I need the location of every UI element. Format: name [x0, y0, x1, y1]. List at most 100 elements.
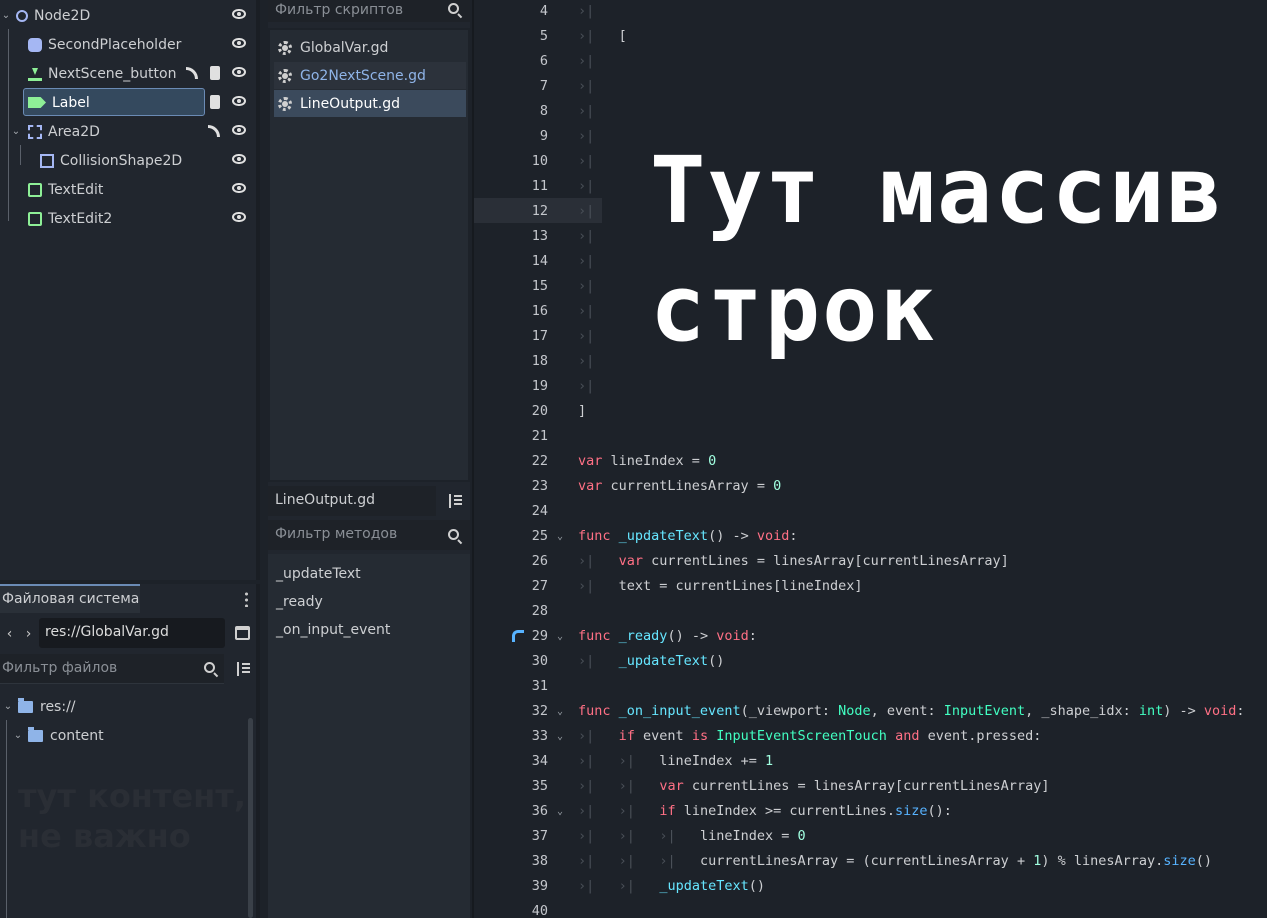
- code-line[interactable]: 27 ›| text = currentLines[lineIndex]: [474, 574, 1267, 599]
- visibility-eye-icon[interactable]: [232, 96, 246, 106]
- code-line[interactable]: 28: [474, 599, 1267, 624]
- code-line[interactable]: 31: [474, 674, 1267, 699]
- method-item-ready[interactable]: _ready: [276, 588, 323, 616]
- sort-icon[interactable]: [234, 662, 250, 676]
- script-item-lineoutput[interactable]: LineOutput.gd: [274, 90, 466, 117]
- line-number: 16: [531, 303, 548, 319]
- visibility-eye-icon[interactable]: [232, 154, 246, 164]
- code-line[interactable]: 8 ›|: [474, 99, 1267, 124]
- tree-node-textedit[interactable]: TextEdit: [0, 175, 256, 204]
- code-line[interactable]: 7 ›|: [474, 74, 1267, 99]
- code-line[interactable]: 39 ›| ›| _updateText(): [474, 874, 1267, 899]
- scrollbar[interactable]: [248, 718, 253, 918]
- fold-chevron-icon[interactable]: ⌄: [557, 699, 563, 724]
- method-item-on-input-event[interactable]: _on_input_event: [276, 616, 390, 644]
- code-line[interactable]: 22 var lineIndex = 0: [474, 449, 1267, 474]
- script-filter-input[interactable]: Фильтр скриптов: [268, 0, 470, 22]
- chevron-down-icon[interactable]: ⌄: [0, 10, 12, 21]
- sort-icon[interactable]: [446, 494, 462, 508]
- tree-node-nextscene-button[interactable]: NextScene_button: [0, 59, 256, 88]
- code-line[interactable]: 25 ⌄ func _updateText() -> void:: [474, 524, 1267, 549]
- line-number: 24: [531, 503, 548, 519]
- tree-node-secondplaceholder[interactable]: SecondPlaceholder: [0, 30, 256, 59]
- code-line[interactable]: 34 ›| ›| lineIndex += 1: [474, 749, 1267, 774]
- fold-chevron-icon[interactable]: ⌄: [557, 624, 563, 649]
- code-line[interactable]: 37 ›| ›| ›| lineIndex = 0: [474, 824, 1267, 849]
- code-line[interactable]: 38 ›| ›| ›| currentLinesArray = (currentL…: [474, 849, 1267, 874]
- split-view-icon[interactable]: [235, 626, 250, 640]
- script-icon[interactable]: [210, 95, 220, 109]
- code-line[interactable]: 35 ›| ›| var currentLines = linesArray[cu…: [474, 774, 1267, 799]
- fs-item-res[interactable]: ⌄ res://: [0, 692, 76, 721]
- code-line[interactable]: 36 ⌄ ›| ›| if lineIndex >= currentLines.si…: [474, 799, 1267, 824]
- gear-icon: [278, 96, 292, 111]
- tree-node-area2d[interactable]: ⌄ Area2D: [0, 117, 256, 146]
- line-number: 28: [531, 603, 548, 619]
- code-text: func _ready() -> void:: [578, 628, 757, 644]
- method-item-updatetext[interactable]: _updateText: [276, 560, 361, 588]
- code-line[interactable]: 40: [474, 899, 1267, 918]
- line-number: 21: [531, 428, 548, 444]
- chevron-down-icon[interactable]: ⌄: [10, 126, 22, 137]
- tab-filesystem[interactable]: Файловая система: [0, 584, 140, 613]
- visibility-eye-icon[interactable]: [232, 212, 246, 222]
- signal-icon[interactable]: [208, 125, 220, 137]
- code-line[interactable]: 4 ›|: [474, 0, 1267, 24]
- code-line[interactable]: 5 ›| [: [474, 24, 1267, 49]
- node2d-icon: [16, 9, 28, 22]
- script-icon[interactable]: [210, 66, 220, 80]
- code-line[interactable]: 30 ›| _updateText(): [474, 649, 1267, 674]
- line-number: 23: [531, 478, 548, 494]
- chevron-down-icon[interactable]: ⌄: [2, 701, 14, 712]
- code-text: ]: [578, 403, 587, 419]
- code-line[interactable]: 32 ⌄ func _on_input_event(_viewport: Node,…: [474, 699, 1267, 724]
- override-method-icon[interactable]: [512, 630, 524, 642]
- line-number: 13: [531, 228, 548, 244]
- code-line[interactable]: 29 ⌄ func _ready() -> void:: [474, 624, 1267, 649]
- visibility-eye-icon[interactable]: [232, 67, 246, 77]
- script-item-go2nextscene[interactable]: Go2NextScene.gd: [274, 62, 466, 89]
- code-line[interactable]: 33 ⌄ ›| if event is InputEventScreenTouch …: [474, 724, 1267, 749]
- line-number: 7: [539, 78, 548, 94]
- tree-node-node2d[interactable]: ⌄ Node2D: [0, 1, 256, 30]
- line-number: 20: [531, 403, 548, 419]
- line-number: 6: [539, 53, 548, 69]
- signal-icon[interactable]: [186, 67, 198, 79]
- forward-arrow-icon[interactable]: ›: [19, 626, 38, 642]
- fs-item-content[interactable]: ⌄ content: [0, 721, 104, 750]
- code-line[interactable]: 19 ›|: [474, 374, 1267, 399]
- method-filter-input[interactable]: Фильтр методов: [268, 520, 470, 550]
- visibility-eye-icon[interactable]: [232, 125, 246, 135]
- line-number: 34: [531, 753, 548, 769]
- code-line[interactable]: 6 ›|: [474, 49, 1267, 74]
- fs-item-label: content: [50, 727, 104, 744]
- method-panel-header: LineOutput.gd: [268, 486, 470, 516]
- chevron-down-icon[interactable]: ⌄: [12, 730, 24, 741]
- code-line[interactable]: 21: [474, 424, 1267, 449]
- fold-chevron-icon[interactable]: ⌄: [557, 724, 563, 749]
- visibility-eye-icon[interactable]: [232, 38, 246, 48]
- code-line[interactable]: 23 var currentLinesArray = 0: [474, 474, 1267, 499]
- code-text: ›| ›| var currentLines = linesArray[curr…: [578, 778, 1050, 794]
- code-line[interactable]: 24: [474, 499, 1267, 524]
- line-number: 12: [531, 203, 548, 219]
- script-item-globalvar[interactable]: GlobalVar.gd: [274, 34, 466, 61]
- tree-node-label[interactable]: Label: [0, 88, 256, 117]
- back-arrow-icon[interactable]: ‹: [0, 626, 19, 642]
- filesystem-path-row: ‹ › res://GlobalVar.gd: [0, 618, 256, 650]
- visibility-eye-icon[interactable]: [232, 9, 246, 19]
- code-text: ›|: [578, 253, 595, 269]
- fold-chevron-icon[interactable]: ⌄: [557, 799, 563, 824]
- more-options-icon[interactable]: [245, 591, 248, 607]
- tree-node-collisionshape2d[interactable]: CollisionShape2D: [0, 146, 256, 175]
- tree-guide: [6, 720, 7, 918]
- file-filter-input[interactable]: Фильтр файлов: [0, 654, 224, 684]
- code-line[interactable]: 20]: [474, 399, 1267, 424]
- code-line[interactable]: 26 ›| var currentLines = linesArray[curre…: [474, 549, 1267, 574]
- scene-tree-panel: ⌄ Node2D SecondPlaceholder NextScene_but…: [0, 0, 260, 580]
- visibility-eye-icon[interactable]: [232, 183, 246, 193]
- fold-chevron-icon[interactable]: ⌄: [557, 524, 563, 549]
- path-input[interactable]: res://GlobalVar.gd: [39, 618, 225, 648]
- tree-node-textedit2[interactable]: TextEdit2: [0, 204, 256, 233]
- code-editor[interactable]: 4 ›| 5 ›| [6 ›| 7 ›| 8 ›| 9 ›| 10 ›| 11 ›| 12 ›| 13 ›| 14 ›|…: [472, 0, 1267, 918]
